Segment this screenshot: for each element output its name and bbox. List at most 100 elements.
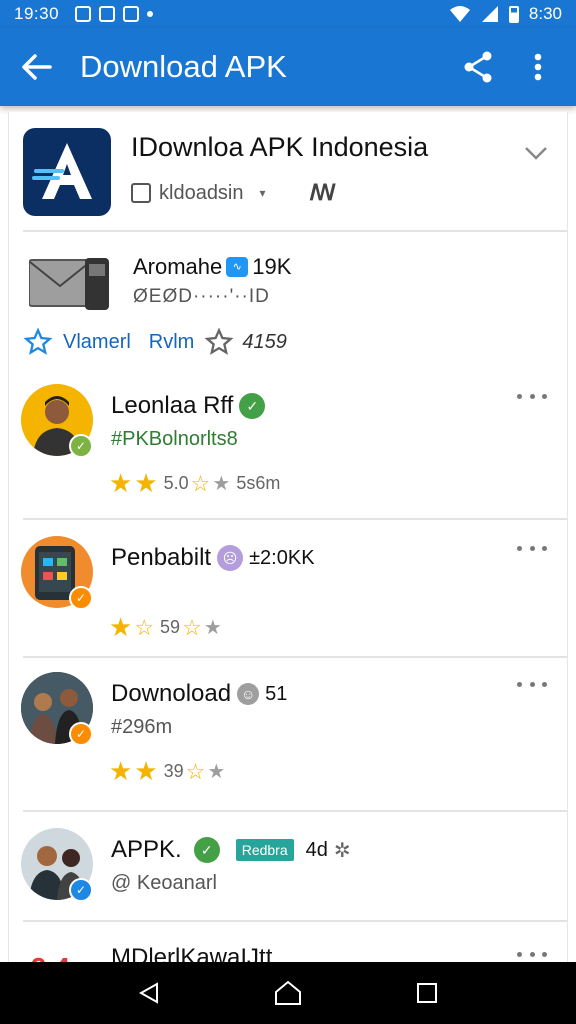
settings-icon: ✲	[333, 839, 351, 862]
back-button[interactable]	[0, 28, 74, 106]
user-extra: 4d	[305, 838, 328, 861]
user-extra: ±2:0ΚK	[249, 546, 315, 569]
list-item[interactable]: ✓ Penbabilt ☹ ±2:0ΚK ★ ☆ 59 ☆ ★	[21, 536, 561, 656]
user-extra: 51	[265, 682, 288, 705]
star-outline-icon: ☆	[182, 614, 202, 640]
verified-check-icon: ✓	[193, 837, 220, 863]
more-vert-icon	[534, 53, 542, 81]
app-logo-icon	[23, 128, 111, 216]
featured-badge: ∿	[226, 257, 249, 277]
rating-label-2[interactable]: Rvlm	[149, 331, 195, 354]
status-bar: 19:30 8:30	[0, 0, 576, 28]
more-horiz-icon[interactable]	[517, 676, 547, 692]
featured-title: Aromahe	[133, 254, 223, 279]
back-arrow-icon	[22, 54, 52, 80]
user-rating: ★ ★ 39 ☆ ★	[109, 756, 225, 787]
rating-value: 59	[160, 617, 181, 637]
rating-label-1[interactable]: Vlamerl	[63, 331, 131, 354]
user-name-row: Downoload ☺ 51	[111, 680, 287, 708]
share-button[interactable]	[448, 28, 508, 106]
developer-icon	[131, 183, 151, 203]
dot-icon	[147, 11, 154, 17]
user-rating: ★ ★ 5.0 ☆ ★ 5s6m	[109, 468, 280, 499]
rating-row: Vlamerl Rvlm 4159	[23, 322, 557, 362]
star-outline-icon[interactable]	[23, 328, 53, 356]
user-name: Leonlaa Rff	[111, 392, 234, 419]
signal-icon	[481, 6, 498, 22]
star-icon: ★	[109, 468, 133, 498]
nav-recents-button[interactable]	[407, 973, 447, 1013]
more-horiz-icon[interactable]	[517, 540, 547, 556]
user-subtitle: #296m	[111, 716, 173, 738]
featured-subtitle: ØEØD·····'··ID	[133, 286, 270, 307]
star-icon: ★	[109, 756, 133, 786]
gallery-icon	[123, 6, 140, 22]
chevron-down-icon	[525, 147, 547, 160]
list-item[interactable]: ✓ APPK. ✓ Redbra 4d ✲ @ Keoanarl	[21, 828, 561, 918]
star-icon: ★	[134, 468, 158, 498]
avatar-badge-icon: ✓	[69, 434, 93, 458]
user-name: Penbabilt	[111, 544, 212, 571]
user-name-row: Leonlaa Rff ✓	[111, 392, 266, 420]
star-outline-icon: ☆	[185, 758, 206, 784]
star-grey-icon: ★	[207, 761, 226, 783]
app-developer-row: kldoadsin ▾ ꟿ	[131, 180, 336, 206]
nav-home-button[interactable]	[268, 973, 308, 1013]
wifi-icon	[449, 6, 470, 22]
home-icon	[274, 980, 301, 1005]
nav-bar	[0, 962, 576, 1024]
user-tag: Redbra	[235, 839, 294, 861]
user-subtitle: #PKBolnorlts8	[111, 428, 238, 450]
avatar-badge-icon: ✓	[69, 586, 93, 610]
user-name-row: Penbabilt ☹ ±2:0ΚK	[111, 544, 315, 572]
star-grey-icon: ★	[212, 473, 231, 495]
star-icon: ★	[134, 756, 158, 786]
letter-a-logo-icon	[32, 143, 92, 199]
nav-back-button[interactable]	[129, 973, 169, 1013]
triangle-back-icon	[139, 982, 159, 1004]
content-card: IDownloa APK Indonesia kldoadsin ▾ ꟿ Aro…	[8, 112, 568, 972]
status-time: 19:30	[14, 4, 60, 23]
more-options-button[interactable]	[508, 28, 568, 106]
star-outline-grey-icon[interactable]	[204, 328, 234, 356]
more-horiz-icon[interactable]	[517, 946, 547, 962]
image-icon	[99, 6, 116, 22]
divider	[23, 920, 567, 922]
sad-face-icon: ☹	[217, 545, 244, 571]
user-name-row: APPK. ✓ Redbra 4d ✲	[111, 836, 351, 864]
app-developer: kldoadsin	[159, 181, 244, 204]
star-outline-icon: ☆	[134, 614, 155, 640]
app-title: IDownloa APK Indonesia	[131, 132, 429, 162]
star-outline-icon: ☆	[190, 470, 211, 496]
page-title: Download APK	[80, 49, 287, 84]
avatar-badge-icon: ✓	[69, 878, 93, 902]
list-item[interactable]: ✓ Downoload ☺ 51 #296m ★ ★ 39 ☆ ★	[21, 672, 561, 802]
rating-count: 4159	[242, 330, 287, 353]
mail-icon	[29, 258, 109, 310]
notification-icons	[75, 6, 154, 22]
rating-value: 39	[163, 761, 184, 781]
divider	[23, 656, 567, 658]
share-icon	[464, 51, 492, 83]
divider	[23, 230, 567, 232]
smiley-icon: ☺	[237, 683, 260, 705]
developer-caret[interactable]: ▾	[260, 186, 266, 200]
star-grey-icon: ★	[203, 617, 222, 639]
status-right: 8:30	[449, 4, 562, 24]
featured-row[interactable]: Aromahe ∿ 19K ØEØD·····'··ID	[23, 250, 557, 320]
more-horiz-icon[interactable]	[517, 388, 547, 404]
divider	[23, 518, 567, 520]
verified-check-icon: ✓	[239, 393, 266, 419]
app-header[interactable]: IDownloa APK Indonesia kldoadsin ▾ ꟿ	[23, 128, 557, 218]
user-name: APPK.	[111, 836, 182, 863]
status-clock-right: 8:30	[528, 4, 562, 23]
star-icon: ★	[109, 612, 133, 642]
list-item[interactable]: ✓ Leonlaa Rff ✓ #PKBolnorlts8 ★ ★ 5.0 ☆ …	[21, 384, 561, 504]
user-rating: ★ ☆ 59 ☆ ★	[109, 612, 222, 643]
user-name: Downoload	[111, 680, 232, 707]
square-recents-icon	[416, 983, 437, 1003]
rating-value: 5.0	[163, 473, 189, 493]
expand-button[interactable]	[521, 138, 551, 168]
notification-icon	[75, 6, 92, 22]
rating-time: 5s6m	[236, 473, 281, 493]
